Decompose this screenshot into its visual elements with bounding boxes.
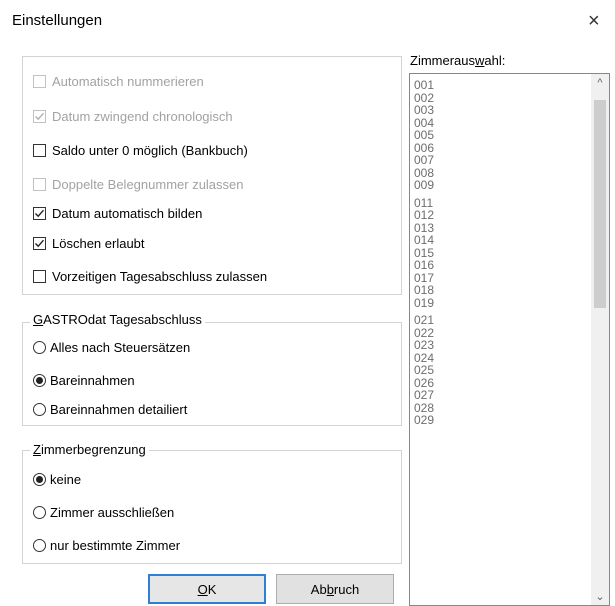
option-label: Doppelte Belegnummer zulassen [52, 176, 244, 192]
zimmer-radio-label: Zimmer ausschließen [50, 504, 175, 520]
room-list-item[interactable]: 029 [414, 414, 434, 426]
gastro-group-title: GASTROdat Tagesabschluss [30, 312, 205, 327]
zimmer-radio-row[interactable]: Zimmer ausschließen [33, 503, 174, 521]
room-list-item[interactable]: 003 [414, 104, 434, 116]
room-list-item[interactable]: 021 [414, 314, 434, 326]
checkbox [33, 74, 46, 88]
close-icon[interactable]: × [588, 11, 600, 31]
gastro-radio-row[interactable]: Alles nach Steuersätzen [33, 338, 190, 356]
room-list-item[interactable]: 017 [414, 272, 434, 284]
gastro-radio-row[interactable]: Bareinnahmen [33, 371, 135, 389]
room-list-item[interactable]: 008 [414, 167, 434, 179]
room-list-item[interactable]: 015 [414, 247, 434, 259]
option-label: Automatisch nummerieren [52, 73, 204, 89]
radio[interactable] [33, 505, 46, 519]
room-list-scrollbar[interactable]: ^ ⌄ [591, 74, 609, 605]
radio-selected[interactable] [33, 472, 46, 486]
gastro-radio-label: Bareinnahmen detailiert [50, 401, 188, 417]
room-listbox[interactable]: 001 002 003 004 005 006 007 008 009 011 012 013 014 0… [409, 73, 610, 606]
option-label: Datum automatisch bilden [52, 205, 203, 221]
option-label: Datum zwingend chronologisch [52, 108, 233, 124]
room-list-item[interactable]: 023 [414, 339, 434, 351]
room-list-item[interactable]: 026 [414, 377, 434, 389]
room-list-item[interactable]: 016 [414, 259, 434, 271]
option-checkbox-row: Datum zwingend chronologisch [33, 107, 233, 125]
gastro-radio-label: Alles nach Steuersätzen [50, 339, 191, 355]
option-checkbox-row: Automatisch nummerieren [33, 72, 204, 90]
checkbox-checked [33, 109, 46, 123]
option-label: Saldo unter 0 möglich (Bankbuch) [52, 142, 248, 158]
checkbox[interactable] [33, 143, 46, 157]
room-list-item[interactable]: 012 [414, 209, 434, 221]
room-list-item[interactable]: 025 [414, 364, 434, 376]
room-list-item[interactable]: 001 [414, 79, 434, 91]
room-list-item[interactable]: 028 [414, 402, 434, 414]
scroll-down-icon[interactable]: ⌄ [591, 587, 609, 605]
room-list-item[interactable]: 011 [414, 197, 433, 209]
zimmer-group-title: Zimmerbegrenzung [30, 442, 149, 457]
option-checkbox-row[interactable]: Saldo unter 0 möglich (Bankbuch) [33, 141, 248, 159]
radio-selected[interactable] [33, 373, 46, 387]
option-checkbox-row: Doppelte Belegnummer zulassen [33, 175, 244, 193]
gastro-radio-row[interactable]: Bareinnahmen detailiert [33, 400, 187, 418]
checkbox [33, 177, 46, 191]
checkbox[interactable] [33, 269, 46, 283]
radio[interactable] [33, 538, 46, 552]
room-list-item[interactable]: 004 [414, 117, 434, 129]
scroll-up-icon[interactable]: ^ [591, 74, 609, 92]
room-list-item[interactable]: 018 [414, 284, 434, 296]
room-list-item[interactable]: 013 [414, 222, 434, 234]
zimmer-radio-label: keine [50, 471, 82, 487]
radio[interactable] [33, 340, 46, 354]
zimmer-radio-row[interactable]: nur bestimmte Zimmer [33, 536, 180, 554]
zimmer-radio-row[interactable]: keine [33, 470, 81, 488]
gastro-radio-label: Bareinnahmen [50, 372, 135, 388]
room-list-item[interactable]: 019 [414, 297, 434, 309]
option-label: Vorzeitigen Tagesabschluss zulassen [52, 268, 268, 284]
room-list-item[interactable]: 007 [414, 154, 434, 166]
checkbox-checked[interactable] [33, 206, 46, 220]
room-list-item[interactable]: 027 [414, 389, 434, 401]
room-list-item[interactable]: 022 [414, 327, 434, 339]
cancel-button[interactable]: Ab b ruch [276, 574, 394, 604]
room-list-item[interactable]: 006 [414, 142, 434, 154]
option-checkbox-row[interactable]: Löschen erlaubt [33, 234, 145, 252]
room-list-label: Zimmerauswahl: [410, 53, 506, 68]
room-list-item[interactable]: 014 [414, 234, 434, 246]
option-checkbox-row[interactable]: Datum automatisch bilden [33, 204, 202, 222]
checkbox-checked[interactable] [33, 236, 46, 250]
room-list-item[interactable]: 002 [414, 92, 434, 104]
scroll-thumb[interactable] [594, 100, 606, 308]
option-checkbox-row[interactable]: Vorzeitigen Tagesabschluss zulassen [33, 267, 267, 285]
room-list-item[interactable]: 024 [414, 352, 434, 364]
ok-button[interactable]: OK [148, 574, 266, 604]
dialog-title: Einstellungen [12, 12, 103, 29]
room-list-item[interactable]: 005 [414, 129, 434, 141]
zimmer-radio-label: nur bestimmte Zimmer [50, 537, 181, 553]
radio[interactable] [33, 402, 46, 416]
room-list-item[interactable]: 009 [414, 179, 434, 191]
option-label: Löschen erlaubt [52, 235, 145, 251]
